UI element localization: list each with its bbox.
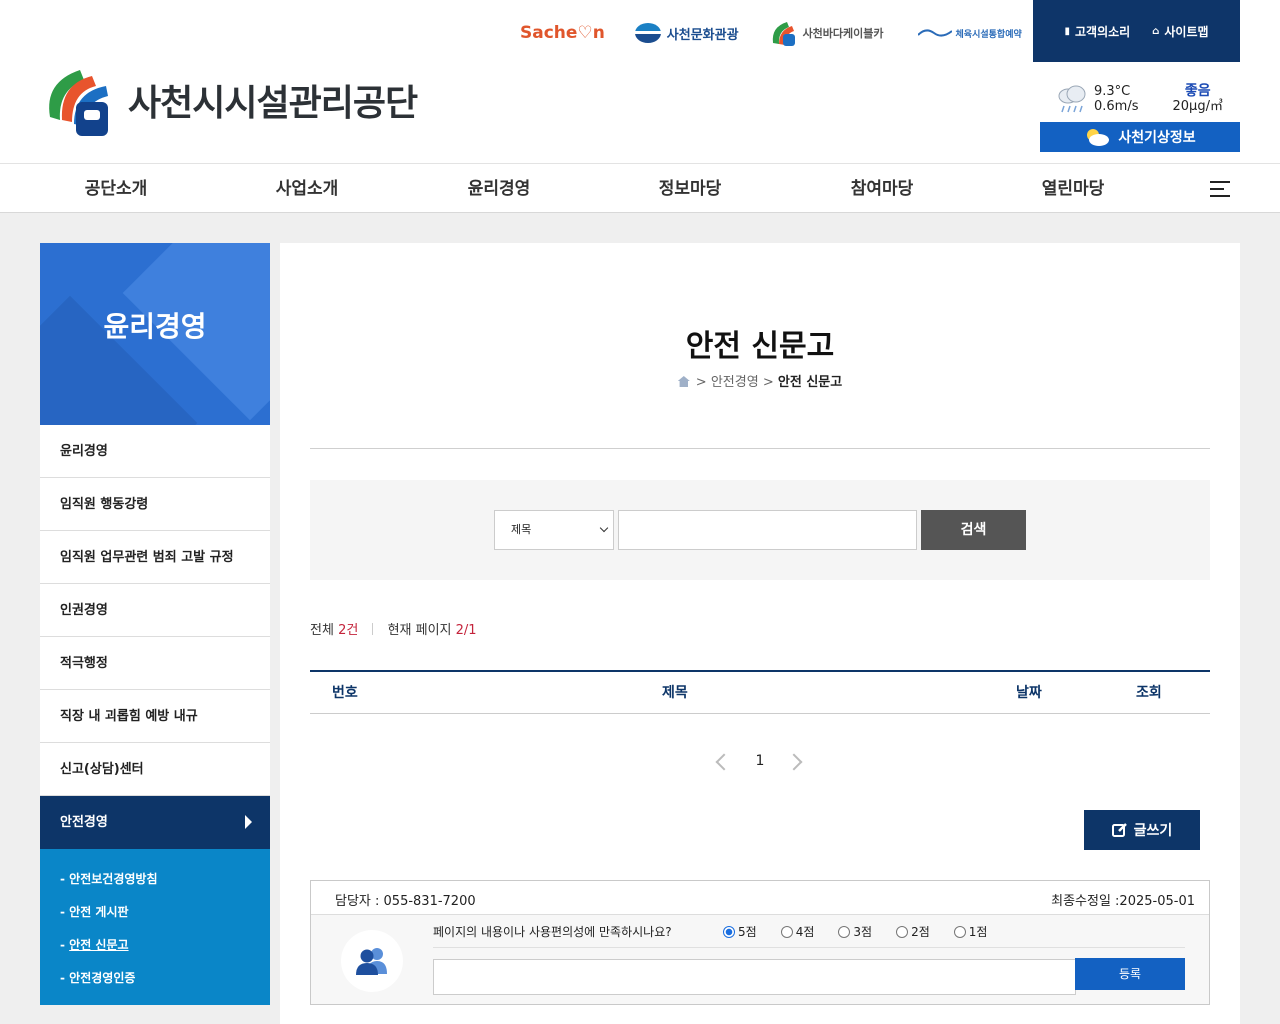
lnb-item-harassment-prevention[interactable]: 직장 내 괴롭힘 예방 내규	[40, 690, 270, 743]
menu-icon[interactable]	[1210, 181, 1230, 198]
home-icon[interactable]	[677, 376, 690, 387]
breadcrumb: > 안전경영 > 안전 신문고	[280, 371, 1240, 390]
lnb-item-proactive-admin[interactable]: 적극행정	[40, 637, 270, 690]
wind-speed: 0.6m/s	[1094, 99, 1139, 114]
col-date: 날짜	[1016, 685, 1042, 701]
document-icon: ▮	[1064, 25, 1070, 37]
current-page: 2/1	[455, 623, 477, 638]
lnb-title-box: 윤리경영	[40, 243, 270, 425]
culture-tourism-link[interactable]: 사천문화관광	[634, 23, 739, 43]
customer-voice-link[interactable]: ▮ 고객의소리	[1064, 23, 1130, 40]
arrow-right-icon	[245, 815, 252, 829]
gnb-participation[interactable]: 참여마당	[807, 164, 957, 214]
col-number: 번호	[332, 685, 358, 701]
home-icon: ⌂	[1152, 25, 1160, 37]
weather-info-button[interactable]: 사천기상정보	[1040, 122, 1240, 152]
gnb-about[interactable]: 공단소개	[41, 164, 191, 214]
lnb-item-report-center[interactable]: 신고(상담)센터	[40, 743, 270, 796]
rain-cloud-icon	[1058, 85, 1086, 113]
gnb-ethics[interactable]: 윤리경영	[424, 164, 574, 214]
lnb-sub-safety-policy[interactable]: - 안전보건경영방침	[60, 863, 270, 896]
rating-1[interactable]: 1점	[953, 923, 987, 940]
lnb-sub-safety-certification[interactable]: - 안전경영인증	[60, 962, 270, 995]
lnb-title: 윤리경영	[103, 310, 207, 343]
edit-icon	[1111, 823, 1127, 837]
lnb-item-ethics[interactable]: 윤리경영	[40, 425, 270, 478]
lnb-sub-safety-board[interactable]: - 안전 게시판	[60, 896, 270, 929]
col-title: 제목	[662, 685, 688, 701]
sacheon-o-heart-icon: ♡	[577, 23, 593, 43]
side-menu: 윤리경영 임직원 행동강령 임직원 업무관련 범죄 고발 규정 인권경영 적극행…	[40, 425, 270, 1005]
air-quality-value: 20μg/㎥	[1172, 99, 1223, 114]
site-header: 사천시시설관리공단 Sache ♡ n 사천문화관광 사천바다케이블카 체육시설통합…	[0, 0, 1280, 163]
divider	[310, 448, 1210, 449]
air-quality-status: 좋음	[1184, 83, 1211, 99]
gnb-business[interactable]: 사업소개	[232, 164, 382, 214]
sacheon-city-link[interactable]: Sache ♡ n	[520, 23, 605, 43]
post-count: 전체 2건 현재 페이지 2/1	[310, 623, 477, 638]
board-table-header: 번호 제목 날짜 조회	[310, 670, 1210, 714]
search-input[interactable]	[618, 510, 917, 550]
sitemap-link[interactable]: ⌂ 사이트맵	[1152, 23, 1208, 40]
breadcrumb-parent[interactable]: 안전경영	[711, 375, 759, 390]
breadcrumb-current: 안전 신문고	[777, 375, 843, 390]
lnb-item-crime-report-rules[interactable]: 임직원 업무관련 범죄 고발 규정	[40, 531, 270, 584]
rating-4[interactable]: 4점	[780, 923, 814, 940]
sports-booking-link[interactable]: 체육시설통합예약	[917, 27, 1022, 40]
wave-icon	[917, 29, 952, 37]
site-logo[interactable]: 사천시시설관리공단	[40, 62, 418, 138]
submit-button[interactable]: 등록	[1075, 958, 1185, 990]
prev-page-icon[interactable]	[715, 753, 733, 771]
col-views: 조회	[1136, 685, 1162, 701]
sacheon-text: Sache	[520, 23, 578, 43]
write-button[interactable]: 글쓰기	[1084, 810, 1200, 850]
last-updated: 최종수정일 :2025-05-01	[1051, 894, 1195, 909]
satisfaction-survey: 담당자 : 055-831-7200 최종수정일 :2025-05-01 페이지…	[310, 880, 1210, 1005]
lnb-item-code-of-conduct[interactable]: 임직원 행동강령	[40, 478, 270, 531]
pagination: 1	[280, 748, 1240, 778]
cablecar-link[interactable]: 사천바다케이블카	[769, 19, 884, 47]
opinion-input[interactable]	[433, 959, 1076, 995]
main-navigation: 공단소개 사업소개 윤리경영 정보마당 참여마당 열린마당	[0, 163, 1280, 213]
main-content: 안전 신문고 > 안전경영 > 안전 신문고 제목 검색 전체 2건 현재 페이…	[280, 243, 1240, 1024]
rating-3[interactable]: 3점	[838, 923, 872, 940]
rating-options: 5점 4점 3점 2점 1점	[723, 923, 987, 940]
next-page-icon[interactable]	[785, 753, 803, 771]
top-utility-bar: ▮ 고객의소리 ⌂ 사이트맵	[1033, 0, 1240, 62]
page-number[interactable]: 1	[752, 753, 768, 769]
rating-2[interactable]: 2점	[896, 923, 930, 940]
survey-badge	[341, 930, 403, 992]
cablecar-emblem-icon	[772, 22, 795, 46]
sun-cloud-icon	[1087, 129, 1110, 146]
search-area: 제목 검색	[310, 480, 1210, 580]
search-field-select[interactable]: 제목	[494, 510, 614, 550]
page-title: 안전 신문고	[685, 329, 835, 364]
weather-widget: 9.3°C 0.6m/s 좋음 20μg/㎥ 사천기상정보	[1040, 84, 1240, 152]
gnb-open[interactable]: 열린마당	[998, 164, 1148, 214]
rating-5[interactable]: 5점	[723, 923, 757, 940]
partner-links: Sache ♡ n 사천문화관광 사천바다케이블카 체육시설통합예약	[520, 16, 1052, 50]
gnb-info[interactable]: 정보마당	[615, 164, 765, 214]
total-count: 2건	[338, 623, 359, 638]
users-icon	[356, 948, 387, 975]
culture-tourism-icon	[634, 23, 661, 43]
temperature: 9.3°C	[1094, 84, 1131, 99]
lnb-item-safety-management[interactable]: 안전경영	[40, 796, 270, 849]
lnb-submenu: - 안전보건경영방침 - 안전 게시판 - 안전 신문고 - 안전경영인증	[40, 849, 270, 1005]
lnb-item-human-rights[interactable]: 인권경영	[40, 584, 270, 637]
logo-emblem-icon	[49, 70, 108, 136]
lnb-sub-safety-report[interactable]: - 안전 신문고	[60, 929, 270, 962]
chevron-down-icon	[599, 523, 609, 533]
org-name: 사천시시설관리공단	[128, 83, 418, 124]
search-button[interactable]: 검색	[921, 510, 1026, 550]
manager-contact: 담당자 : 055-831-7200	[335, 894, 476, 909]
survey-question: 페이지의 내용이나 사용편의성에 만족하시나요?	[433, 925, 672, 939]
